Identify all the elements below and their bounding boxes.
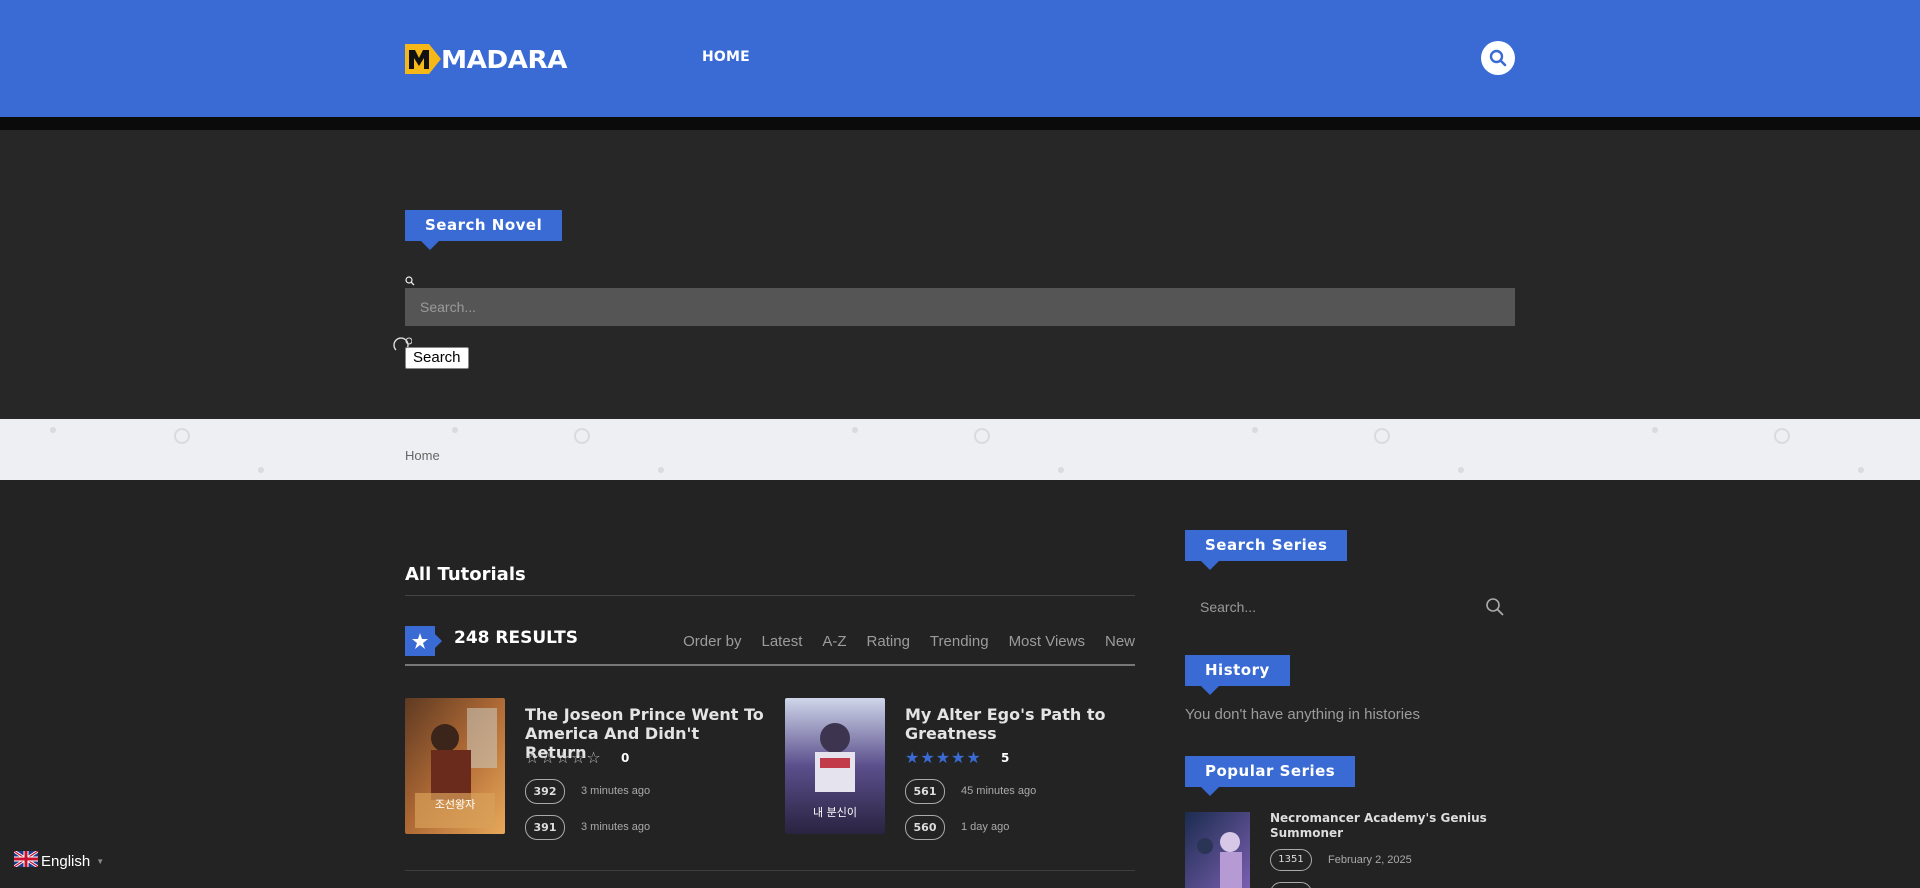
divider	[405, 870, 1135, 871]
logo-text: MADARA	[441, 44, 567, 74]
novel-cover-image[interactable]: 내 분신이	[785, 698, 885, 834]
chapter-time: 3 minutes ago	[581, 821, 651, 833]
svg-text:내 분신이: 내 분신이	[813, 806, 857, 819]
rating-value: 5	[1001, 751, 1010, 765]
chapter-pill[interactable]: 1351	[1270, 849, 1312, 871]
chapter-pill[interactable]: 392	[525, 779, 565, 804]
chapter-pill[interactable]: 561	[905, 779, 945, 804]
chapter-time: 45 minutes ago	[961, 785, 1037, 797]
novel-card: 내 분신이 My Alter Ego's Path to Greatness ★…	[785, 698, 1155, 840]
uk-flag-icon	[13, 849, 39, 871]
chevron-down-icon: ▼	[96, 856, 105, 866]
history-heading: History	[1185, 655, 1290, 695]
novel-title[interactable]: My Alter Ego's Path to Greatness	[905, 705, 1145, 743]
order-by-bar: Order by Latest A-Z Rating Trending Most…	[663, 633, 1135, 650]
chapter-pill[interactable]: 391	[525, 815, 565, 840]
order-trending[interactable]: Trending	[930, 633, 989, 650]
svg-text:조선왕자: 조선왕자	[435, 798, 475, 811]
order-a-z[interactable]: A-Z	[822, 633, 846, 650]
search-icon	[1489, 49, 1507, 67]
site-header: MADARA HOME	[0, 0, 1920, 117]
popular-title[interactable]: Necromancer Academy's Genius Summoner	[1270, 811, 1500, 841]
breadcrumb-bar: Home	[0, 419, 1920, 480]
search-series-heading: Search Series	[1185, 530, 1348, 570]
site-logo[interactable]: MADARA	[405, 44, 567, 74]
language-switcher[interactable]: English ▼	[13, 849, 105, 871]
search-submit-button[interactable]: Search	[405, 347, 469, 369]
search-novel-input[interactable]	[405, 288, 1515, 326]
rating-value: 0	[621, 751, 630, 765]
order-most-views[interactable]: Most Views	[1009, 633, 1085, 650]
popular-series-heading: Popular Series	[1185, 756, 1356, 796]
header-divider	[0, 117, 1920, 130]
nav-home-link[interactable]: HOME	[702, 49, 750, 65]
chapter-time: 3 minutes ago	[581, 785, 651, 797]
order-rating[interactable]: Rating	[867, 633, 910, 650]
sidebar-search-input[interactable]	[1185, 587, 1515, 627]
chapter-pill[interactable]	[1270, 882, 1312, 888]
search-icon[interactable]	[1485, 597, 1505, 621]
divider	[405, 595, 1135, 596]
order-by-label: Order by	[683, 633, 742, 650]
page-title: All Tutorials	[405, 564, 526, 585]
logo-mark-icon	[405, 44, 441, 74]
novel-cover-image[interactable]: 조선왕자	[405, 698, 505, 834]
divider	[405, 664, 1135, 666]
header-search-button[interactable]	[1481, 41, 1515, 75]
chapter-pill[interactable]: 560	[905, 815, 945, 840]
chapter-time: 1 day ago	[961, 821, 1010, 833]
order-latest[interactable]: Latest	[762, 633, 803, 650]
rating-stars: ☆☆☆☆☆	[525, 748, 602, 767]
results-star-icon	[405, 626, 442, 656]
breadcrumb-home-link[interactable]: Home	[405, 448, 440, 463]
search-novel-heading: Search Novel	[405, 210, 563, 250]
popular-cover-image[interactable]	[1185, 812, 1250, 888]
rating-stars: ★★★★★	[905, 748, 982, 767]
language-label: English	[41, 852, 91, 870]
history-empty-text: You don't have anything in histories	[1185, 706, 1420, 723]
order-new[interactable]: New	[1105, 633, 1135, 650]
novel-card: 조선왕자 The Joseon Prince Went To America A…	[405, 698, 775, 840]
chapter-date: February 2, 2025	[1328, 854, 1412, 866]
results-count: 248 RESULTS	[454, 628, 579, 648]
search-hero: Search Novel	[0, 130, 1920, 419]
